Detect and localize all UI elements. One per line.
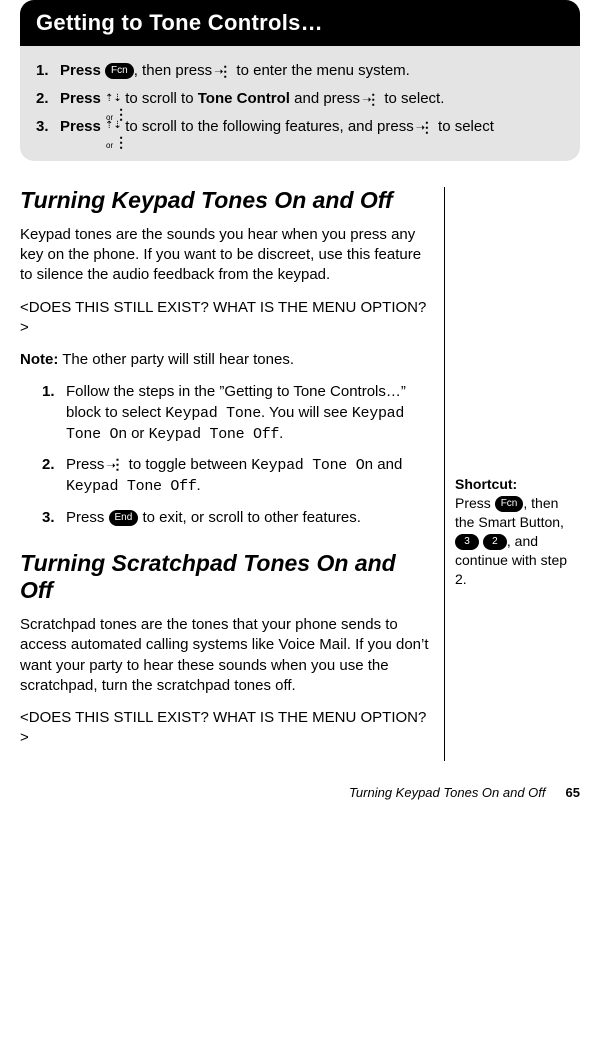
- step-number: 3.: [42, 508, 66, 528]
- section-header-bar: Getting to Tone Controls…: [20, 0, 580, 46]
- step-number: 2.: [36, 88, 60, 110]
- text: Press: [66, 456, 109, 473]
- fcn-key-icon: Fcn: [495, 496, 524, 512]
- menu-option-text: Keypad Tone Off: [66, 478, 197, 495]
- text: or: [127, 425, 149, 442]
- menu-option-text: Keypad Tone On: [251, 457, 373, 474]
- text: .: [279, 425, 283, 442]
- step-number: 2.: [42, 455, 66, 498]
- intro-step: 2. Press ⇡⇣or⋮ to scroll to Tone Control…: [36, 88, 564, 110]
- paragraph: <DOES THIS STILL EXIST? WHAT IS THE MENU…: [20, 708, 430, 749]
- text: and: [373, 456, 402, 473]
- digit-key-icon: 3: [455, 534, 479, 550]
- paragraph: Scratchpad tones are the tones that your…: [20, 615, 430, 696]
- menu-icon: [109, 458, 125, 472]
- intro-steps-block: 1. Press Fcn, then press to enter the me…: [20, 46, 580, 161]
- bold-text: Tone Control: [198, 90, 290, 107]
- step-number: 1.: [36, 60, 60, 82]
- subsection-heading: Turning Scratchpad Tones On and Off: [20, 550, 430, 605]
- note-paragraph: Note: The other party will still hear to…: [20, 350, 430, 370]
- step-item: 2. Press to toggle between Keypad Tone O…: [42, 455, 430, 498]
- text: to scroll to the following features, and…: [121, 118, 418, 135]
- step-item: 3. Press End to exit, or scroll to other…: [42, 508, 430, 528]
- text: to select: [434, 118, 494, 135]
- menu-icon: [216, 64, 232, 78]
- text: .: [197, 477, 201, 494]
- shortcut-label: Shortcut:: [455, 476, 517, 492]
- sidebar-spacer: [455, 187, 580, 475]
- step-text: Press to toggle between Keypad Tone On a…: [66, 455, 430, 498]
- end-key-icon: End: [109, 510, 139, 526]
- bold-text: Press: [60, 62, 105, 79]
- paragraph: <DOES THIS STILL EXIST? WHAT IS THE MENU…: [20, 298, 430, 339]
- intro-step: 1. Press Fcn, then press to enter the me…: [36, 60, 564, 82]
- step-number: 1.: [42, 382, 66, 445]
- menu-option-text: Keypad Tone Off: [149, 426, 280, 443]
- bold-text: Press: [60, 90, 105, 107]
- intro-step: 3. Press ⇡⇣or⋮ to scroll to the followin…: [36, 116, 564, 138]
- menu-icon: [418, 120, 434, 134]
- scroll-icon: ⇡⇣or⋮: [105, 120, 121, 134]
- two-column-body: Turning Keypad Tones On and Off Keypad t…: [20, 187, 580, 760]
- document-page: Getting to Tone Controls… 1. Press Fcn, …: [0, 0, 600, 814]
- step-text: Press End to exit, or scroll to other fe…: [66, 508, 430, 528]
- page-number: 65: [566, 785, 580, 800]
- section-header-title: Getting to Tone Controls…: [36, 10, 323, 35]
- menu-icon: [364, 92, 380, 106]
- text: Press: [66, 509, 109, 526]
- step-item: 1. Follow the steps in the ”Getting to T…: [42, 382, 430, 445]
- main-column: Turning Keypad Tones On and Off Keypad t…: [20, 187, 444, 760]
- text: , then press: [134, 62, 217, 79]
- text: to select.: [380, 90, 444, 107]
- sidebar-column: Shortcut: Press Fcn, then the Smart Butt…: [444, 187, 580, 760]
- fcn-key-icon: Fcn: [105, 63, 134, 79]
- text: and press: [290, 90, 364, 107]
- text: . You will see: [261, 404, 352, 421]
- scroll-icon: ⇡⇣or⋮: [105, 92, 121, 106]
- text: to enter the menu system.: [232, 62, 410, 79]
- numbered-steps: 1. Follow the steps in the ”Getting to T…: [20, 382, 430, 528]
- subsection-heading: Turning Keypad Tones On and Off: [20, 187, 430, 215]
- note-label: Note:: [20, 351, 58, 368]
- paragraph: Keypad tones are the sounds you hear whe…: [20, 225, 430, 286]
- note-text: The other party will still hear tones.: [58, 351, 294, 368]
- step-number: 3.: [36, 116, 60, 138]
- text: to scroll to: [121, 90, 198, 107]
- bold-text: Press: [60, 118, 105, 135]
- text: to exit, or scroll to other features.: [138, 509, 361, 526]
- menu-option-text: Keypad Tone: [165, 405, 261, 422]
- step-text: Follow the steps in the ”Getting to Tone…: [66, 382, 430, 445]
- text: to toggle between: [125, 456, 252, 473]
- footer-title: Turning Keypad Tones On and Off: [349, 785, 546, 800]
- page-footer: Turning Keypad Tones On and Off 65: [20, 785, 580, 800]
- digit-key-icon: 2: [483, 534, 507, 550]
- step-text: Press ⇡⇣or⋮ to scroll to Tone Control an…: [60, 88, 564, 110]
- step-text: Press Fcn, then press to enter the menu …: [60, 60, 564, 82]
- text: Press: [455, 495, 495, 511]
- shortcut-block: Shortcut: Press Fcn, then the Smart Butt…: [455, 475, 580, 588]
- step-text: Press ⇡⇣or⋮ to scroll to the following f…: [60, 116, 564, 138]
